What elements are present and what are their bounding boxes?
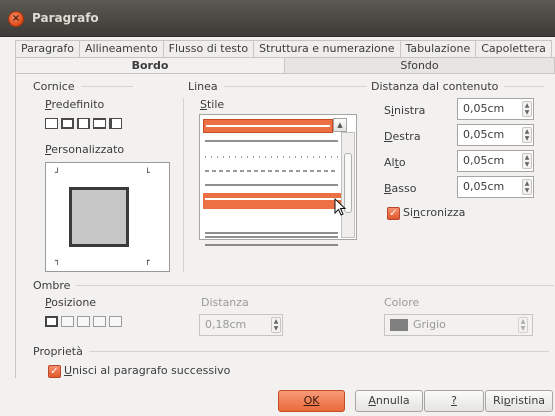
shadow-color-value: Grigio: [413, 318, 446, 331]
chevron-updown-icon: ▲ ▼: [518, 317, 528, 333]
personalizzato-label: Personalizzato: [45, 143, 125, 156]
tab-sfondo[interactable]: Sfondo: [285, 57, 555, 74]
alto-spinbox[interactable]: 0,05cm ▲ ▼: [457, 150, 534, 172]
style-dropdown-button[interactable]: ▲: [333, 118, 347, 132]
corner-marker-icon: └: [145, 168, 150, 177]
annulla-button[interactable]: Annulla: [355, 390, 423, 412]
border-preview-canvas[interactable]: ┘ └ ┐ ┌: [45, 162, 170, 272]
paragraph-dialog: × Paragrafo Paragrafo Allineamento Fluss…: [0, 0, 555, 416]
tab-allineamento[interactable]: Allineamento: [80, 40, 164, 57]
spin-arrows-icon[interactable]: ▲ ▼: [522, 153, 532, 169]
line-style-options: [205, 140, 338, 246]
tab-capolettera[interactable]: Capolettera: [476, 40, 552, 57]
tab-bar-top: Paragrafo Allineamento Flusso di testo S…: [15, 40, 555, 57]
tab-flusso-di-testo[interactable]: Flusso di testo: [163, 40, 255, 57]
ok-button[interactable]: OK: [278, 390, 345, 412]
selected-line-style-row[interactable]: [203, 193, 343, 209]
tab-tabulazione[interactable]: Tabulazione: [400, 40, 477, 57]
alto-label: Alto: [384, 156, 406, 169]
posizione-label: Posizione: [45, 296, 97, 309]
preset-none-button[interactable]: [45, 118, 58, 129]
spin-arrows-icon[interactable]: ▲ ▼: [522, 101, 532, 117]
selected-line-style-preview: [203, 119, 333, 133]
destra-label: Destra: [384, 130, 421, 143]
line-style-scrollbar[interactable]: [341, 132, 355, 238]
corner-marker-icon: ┌: [145, 256, 150, 265]
title-bar: × Paragrafo: [0, 0, 555, 37]
line-style-list[interactable]: [199, 114, 357, 246]
tab-bordo[interactable]: Bordo: [15, 57, 285, 74]
sincronizza-checkbox[interactable]: ✓: [387, 207, 400, 220]
sincronizza-label: Sincronizza: [403, 206, 466, 219]
corner-marker-icon: ┘: [55, 168, 60, 177]
color-swatch: [390, 319, 408, 331]
mouse-pointer-icon: [334, 198, 347, 216]
cornice-group-title: Cornice: [33, 80, 133, 93]
spin-arrows-icon[interactable]: ▲ ▼: [271, 317, 281, 333]
shadow-top-right-button[interactable]: [77, 316, 90, 327]
ripristina-button[interactable]: Ripristina: [485, 390, 553, 412]
preset-top-bottom-button[interactable]: [93, 118, 106, 129]
sinistra-label: Sinistra: [384, 104, 426, 117]
spin-arrows-icon[interactable]: ▲ ▼: [522, 127, 532, 143]
basso-label: Basso: [384, 182, 417, 195]
ombre-group-title: Ombre: [33, 279, 555, 292]
sinistra-spinbox[interactable]: 0,05cm ▲ ▼: [457, 98, 534, 120]
group-divider: [183, 98, 184, 272]
stile-label: Stile: [200, 98, 225, 111]
unisci-checkbox[interactable]: ✓: [48, 365, 61, 378]
predefinito-label: Predefinito: [45, 98, 105, 111]
linea-group-title: Linea: [188, 80, 367, 93]
distanza-group-title: Distanza dal contenuto: [371, 80, 545, 93]
shadow-bottom-right-button[interactable]: [61, 316, 74, 327]
shadow-color-select[interactable]: Grigio ▲ ▼: [384, 314, 533, 336]
help-button[interactable]: ?: [424, 390, 484, 412]
distanza-label: Distanza: [201, 296, 249, 309]
tab-paragrafo[interactable]: Paragrafo: [15, 40, 80, 57]
colore-label: Colore: [384, 296, 420, 309]
preview-paragraph-box: [69, 187, 129, 247]
corner-marker-icon: ┐: [55, 256, 60, 265]
shadow-bottom-left-button[interactable]: [93, 316, 106, 327]
proprieta-group-title: Proprietà: [33, 345, 549, 358]
close-icon[interactable]: ×: [8, 11, 24, 27]
tab-struttura-e-numerazione[interactable]: Struttura e numerazione: [254, 40, 401, 57]
shadow-distance-spinbox[interactable]: 0,18cm ▲ ▼: [199, 314, 283, 336]
basso-spinbox[interactable]: 0,05cm ▲ ▼: [457, 176, 534, 198]
window-title: Paragrafo: [32, 11, 99, 25]
preset-left-right-button[interactable]: [77, 118, 90, 129]
shadow-top-left-button[interactable]: [109, 316, 122, 327]
preset-left-button[interactable]: [109, 118, 122, 129]
unisci-label: Unisci al paragrafo successivo: [64, 364, 231, 377]
tab-bar-bottom: Bordo Sfondo: [15, 57, 555, 74]
shadow-none-button[interactable]: [45, 316, 58, 327]
destra-spinbox[interactable]: 0,05cm ▲ ▼: [457, 124, 534, 146]
preset-box-button[interactable]: [61, 118, 74, 129]
spin-arrows-icon[interactable]: ▲ ▼: [522, 179, 532, 195]
